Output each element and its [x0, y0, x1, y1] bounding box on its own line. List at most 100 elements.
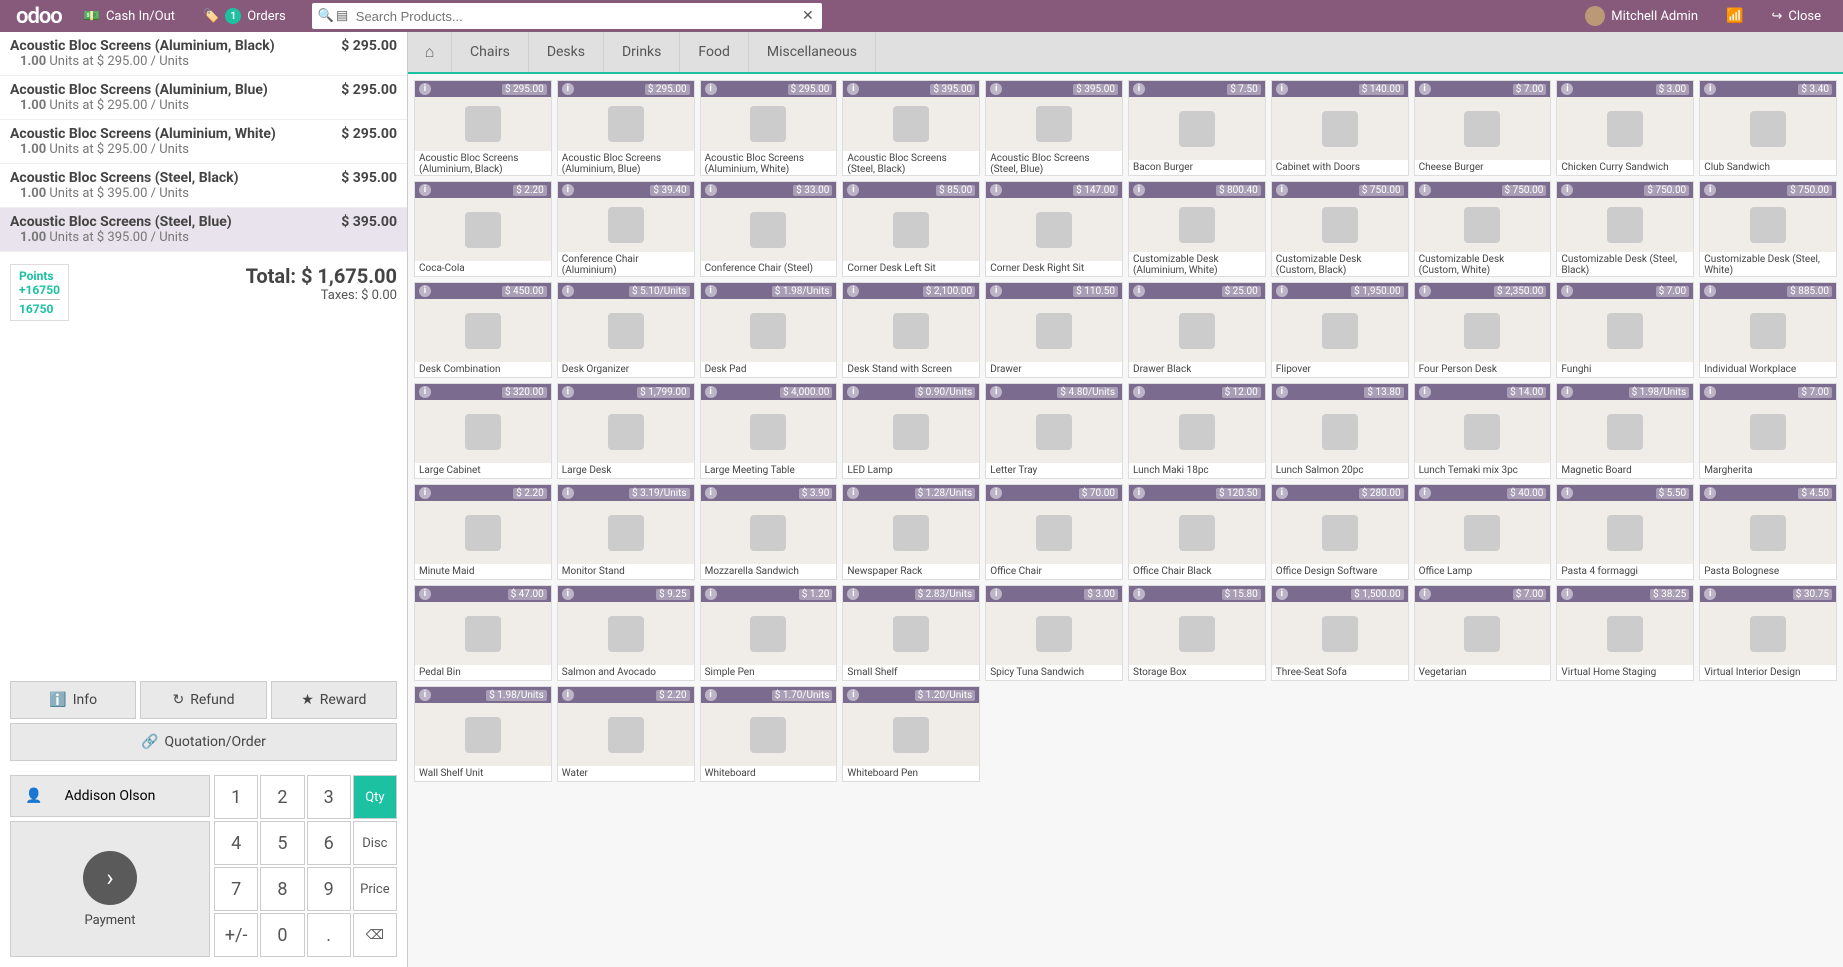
- info-icon[interactable]: i: [1133, 487, 1145, 499]
- category-tab-desks[interactable]: Desks: [529, 32, 604, 72]
- info-icon[interactable]: i: [847, 83, 859, 95]
- product-card[interactable]: i $ 7.00 Cheese Burger: [1414, 80, 1552, 176]
- product-card[interactable]: i $ 750.00 Customizable Desk (Steel, Whi…: [1699, 181, 1837, 277]
- product-card[interactable]: i $ 2.83/Units Small Shelf: [842, 585, 980, 681]
- product-card[interactable]: i $ 4,000.00 Large Meeting Table: [700, 383, 838, 479]
- product-card[interactable]: i $ 2.20 Minute Maid: [414, 484, 552, 580]
- product-card[interactable]: i $ 3.90 Mozzarella Sandwich: [700, 484, 838, 580]
- product-card[interactable]: i $ 750.00 Customizable Desk (Custom, Wh…: [1414, 181, 1552, 277]
- product-card[interactable]: i $ 450.00 Desk Combination: [414, 282, 552, 378]
- info-icon[interactable]: i: [847, 487, 859, 499]
- info-button[interactable]: ℹ️Info: [10, 681, 136, 719]
- numpad-4[interactable]: 4: [214, 821, 258, 865]
- product-card[interactable]: i $ 120.50 Office Chair Black: [1128, 484, 1266, 580]
- product-card[interactable]: i $ 3.00 Spicy Tuna Sandwich: [985, 585, 1123, 681]
- product-card[interactable]: i $ 70.00 Office Chair: [985, 484, 1123, 580]
- info-icon[interactable]: i: [847, 285, 859, 297]
- product-card[interactable]: i $ 5.10/Units Desk Organizer: [557, 282, 695, 378]
- product-card[interactable]: i $ 2.20 Water: [557, 686, 695, 782]
- product-card[interactable]: i $ 147.00 Corner Desk Right Sit: [985, 181, 1123, 277]
- product-card[interactable]: i $ 7.00 Funghi: [1556, 282, 1694, 378]
- product-card[interactable]: i $ 15.80 Storage Box: [1128, 585, 1266, 681]
- info-icon[interactable]: i: [705, 487, 717, 499]
- numpad-5[interactable]: 5: [260, 821, 304, 865]
- product-card[interactable]: i $ 85.00 Corner Desk Left Sit: [842, 181, 980, 277]
- product-card[interactable]: i $ 800.40 Customizable Desk (Aluminium,…: [1128, 181, 1266, 277]
- info-icon[interactable]: i: [419, 487, 431, 499]
- info-icon[interactable]: i: [562, 83, 574, 95]
- product-card[interactable]: i $ 3.40 Club Sandwich: [1699, 80, 1837, 176]
- info-icon[interactable]: i: [990, 184, 1002, 196]
- info-icon[interactable]: i: [847, 689, 859, 701]
- product-card[interactable]: i $ 4.80/Units Letter Tray: [985, 383, 1123, 479]
- user-button[interactable]: Mitchell Admin: [1571, 0, 1712, 32]
- category-tab-food[interactable]: Food: [680, 32, 748, 72]
- reward-button[interactable]: ★Reward: [271, 681, 397, 719]
- clear-icon[interactable]: ✕: [802, 8, 814, 24]
- numpad-+/-[interactable]: +/-: [214, 913, 258, 957]
- product-card[interactable]: i $ 1.20/Units Whiteboard Pen: [842, 686, 980, 782]
- product-card[interactable]: i $ 140.00 Cabinet with Doors: [1271, 80, 1409, 176]
- info-icon[interactable]: i: [562, 689, 574, 701]
- product-card[interactable]: i $ 25.00 Drawer Black: [1128, 282, 1266, 378]
- info-icon[interactable]: i: [705, 588, 717, 600]
- info-icon[interactable]: i: [1276, 386, 1288, 398]
- info-icon[interactable]: i: [1419, 386, 1431, 398]
- info-icon[interactable]: i: [1133, 83, 1145, 95]
- product-card[interactable]: i $ 1.28/Units Newspaper Rack: [842, 484, 980, 580]
- info-icon[interactable]: i: [1704, 487, 1716, 499]
- info-icon[interactable]: i: [419, 386, 431, 398]
- product-card[interactable]: i $ 30.75 Virtual Interior Design: [1699, 585, 1837, 681]
- info-icon[interactable]: i: [1704, 184, 1716, 196]
- numpad-3[interactable]: 3: [307, 775, 351, 819]
- info-icon[interactable]: i: [1276, 83, 1288, 95]
- refund-button[interactable]: ↻Refund: [140, 681, 266, 719]
- info-icon[interactable]: i: [1704, 285, 1716, 297]
- info-icon[interactable]: i: [562, 487, 574, 499]
- product-card[interactable]: i $ 1.98/Units Desk Pad: [700, 282, 838, 378]
- order-line[interactable]: Acoustic Bloc Screens (Aluminium, Blue)$…: [0, 76, 407, 120]
- info-icon[interactable]: i: [1276, 184, 1288, 196]
- product-card[interactable]: i $ 9.25 Salmon and Avocado: [557, 585, 695, 681]
- info-icon[interactable]: i: [705, 386, 717, 398]
- info-icon[interactable]: i: [1561, 83, 1573, 95]
- category-tab-drinks[interactable]: Drinks: [604, 32, 680, 72]
- points-box[interactable]: Points +16750 16750: [10, 264, 69, 321]
- product-card[interactable]: i $ 295.00 Acoustic Bloc Screens (Alumin…: [557, 80, 695, 176]
- orders-button[interactable]: 🏷️ 1 Orders: [189, 0, 300, 32]
- info-icon[interactable]: i: [419, 184, 431, 196]
- numpad-qty[interactable]: Qty: [353, 775, 397, 819]
- product-card[interactable]: i $ 885.00 Individual Workplace: [1699, 282, 1837, 378]
- info-icon[interactable]: i: [1133, 588, 1145, 600]
- cash-in-out-button[interactable]: 💵 Cash In/Out: [70, 0, 189, 32]
- info-icon[interactable]: i: [990, 588, 1002, 600]
- product-card[interactable]: i $ 47.00 Pedal Bin: [414, 585, 552, 681]
- info-icon[interactable]: i: [562, 588, 574, 600]
- product-card[interactable]: i $ 295.00 Acoustic Bloc Screens (Alumin…: [414, 80, 552, 176]
- product-card[interactable]: i $ 1.98/Units Wall Shelf Unit: [414, 686, 552, 782]
- customer-button[interactable]: 👤 Addison Olson: [10, 775, 210, 817]
- info-icon[interactable]: i: [847, 184, 859, 196]
- product-card[interactable]: i $ 1,950.00 Flipover: [1271, 282, 1409, 378]
- product-card[interactable]: i $ 5.50 Pasta 4 formaggi: [1556, 484, 1694, 580]
- logo[interactable]: odoo: [8, 4, 70, 29]
- product-card[interactable]: i $ 14.00 Lunch Temaki mix 3pc: [1414, 383, 1552, 479]
- product-card[interactable]: i $ 40.00 Office Lamp: [1414, 484, 1552, 580]
- product-card[interactable]: i $ 38.25 Virtual Home Staging: [1556, 585, 1694, 681]
- product-card[interactable]: i $ 1.98/Units Magnetic Board: [1556, 383, 1694, 479]
- info-icon[interactable]: i: [419, 285, 431, 297]
- product-card[interactable]: i $ 295.00 Acoustic Bloc Screens (Alumin…: [700, 80, 838, 176]
- info-icon[interactable]: i: [1276, 588, 1288, 600]
- info-icon[interactable]: i: [1704, 386, 1716, 398]
- payment-button[interactable]: › Payment: [10, 821, 210, 957]
- product-card[interactable]: i $ 750.00 Customizable Desk (Custom, Bl…: [1271, 181, 1409, 277]
- info-icon[interactable]: i: [1419, 285, 1431, 297]
- order-line[interactable]: Acoustic Bloc Screens (Steel, Black)$ 39…: [0, 164, 407, 208]
- numpad-⌫[interactable]: ⌫: [353, 913, 397, 957]
- product-card[interactable]: i $ 12.00 Lunch Maki 18pc: [1128, 383, 1266, 479]
- close-button[interactable]: ↪ Close: [1757, 0, 1835, 32]
- product-grid-wrap[interactable]: i $ 295.00 Acoustic Bloc Screens (Alumin…: [408, 74, 1843, 967]
- info-icon[interactable]: i: [1276, 285, 1288, 297]
- numpad-2[interactable]: 2: [260, 775, 304, 819]
- product-card[interactable]: i $ 7.00 Vegetarian: [1414, 585, 1552, 681]
